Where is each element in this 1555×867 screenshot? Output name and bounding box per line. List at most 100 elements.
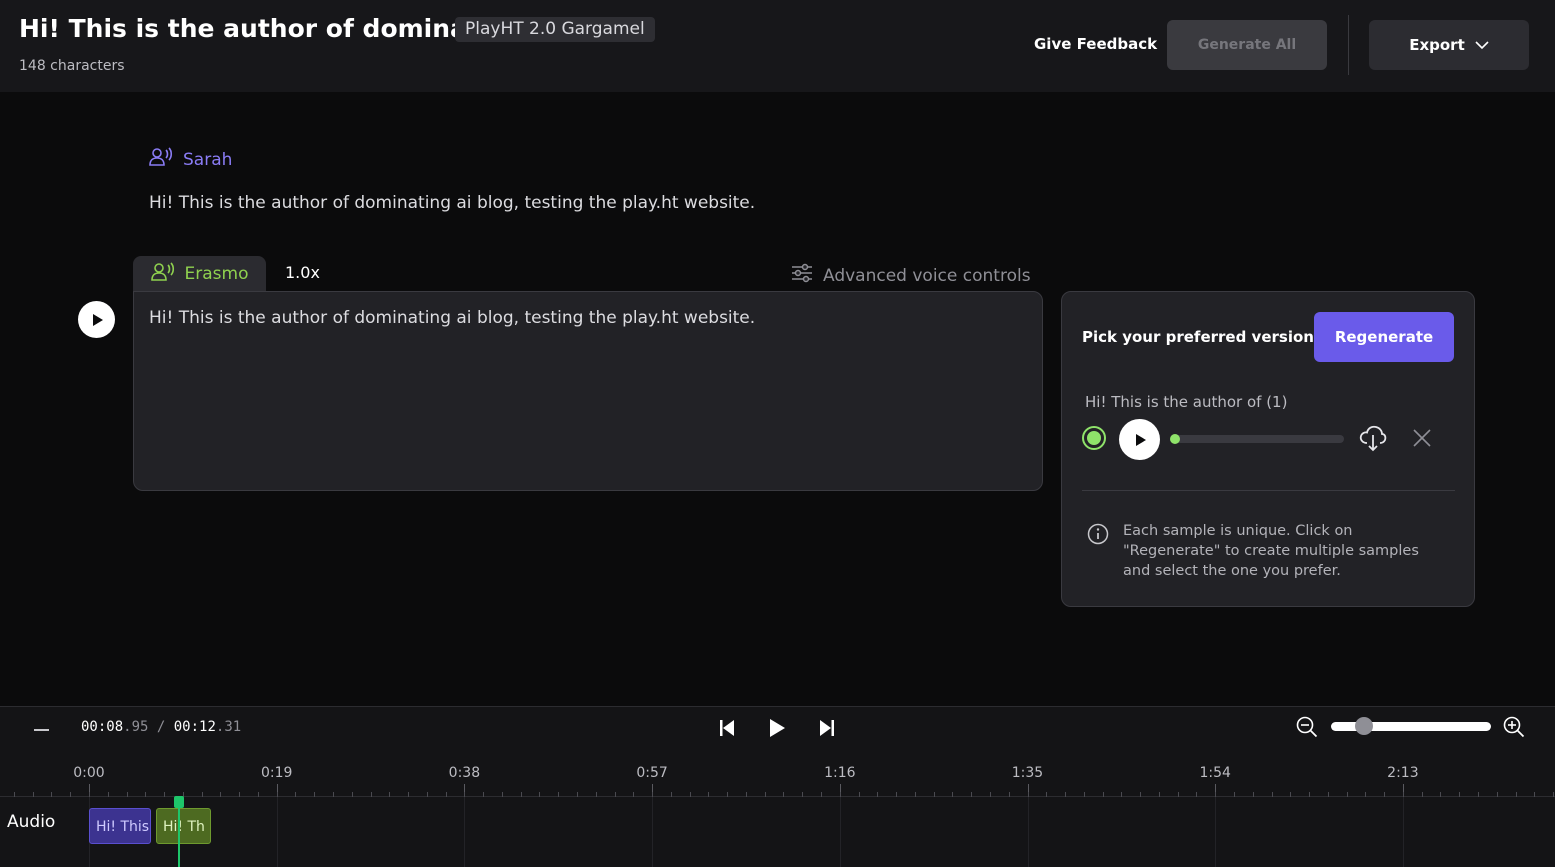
zoom-slider-knob[interactable] [1355, 717, 1374, 735]
sample-name: Hi! This is the author of (1) [1085, 393, 1288, 411]
sample-select-radio[interactable] [1082, 426, 1106, 450]
versions-panel: Pick your preferred version Regenerate H… [1061, 291, 1475, 607]
gridline [1402, 797, 1404, 867]
tick-minor [1252, 792, 1254, 797]
total-time: 00:12 [173, 719, 216, 735]
speaker-erasmo[interactable]: Erasmo [133, 256, 266, 292]
paragraph-editor[interactable]: Hi! This is the author of dominating ai … [133, 291, 1043, 491]
tick-minor [1515, 792, 1517, 797]
gridline [1027, 797, 1029, 867]
play-icon [1135, 433, 1146, 446]
gridline [1215, 797, 1217, 867]
tick-minor [370, 792, 372, 797]
tick-label: 0:19 [260, 765, 293, 781]
timeline-player: 00:08.95 / 00:12.31 0:00 0:19 0:38 0:57 1:16… [0, 706, 1555, 867]
tick-minor [1271, 792, 1273, 797]
tick-minor [708, 792, 710, 797]
sample-progress-slider[interactable] [1170, 434, 1344, 444]
advanced-voice-controls-label: Advanced voice controls [823, 265, 1031, 286]
panel-divider [1082, 490, 1455, 491]
tick-minor [426, 792, 428, 797]
tick-minor [1196, 792, 1198, 797]
tick-minor [408, 792, 410, 797]
tick-label: 1:16 [824, 765, 856, 781]
tick-minor [558, 792, 560, 797]
tick-minor [333, 792, 334, 797]
tick-minor [1158, 792, 1160, 797]
tick-minor [32, 792, 34, 797]
collapse-icon[interactable] [34, 729, 49, 731]
tick-minor [1008, 792, 1010, 797]
tick-minor [577, 792, 579, 797]
pick-version-label: Pick your preferred version [1082, 328, 1314, 346]
sample-progress-knob[interactable] [1170, 434, 1180, 444]
speaker-sarah[interactable]: Sarah [149, 147, 232, 172]
play-button[interactable] [762, 715, 792, 741]
generate-all-button[interactable]: Generate All [1167, 20, 1327, 70]
tick-minor [1496, 792, 1498, 797]
chevron-down-icon [1475, 36, 1489, 54]
tick-minor [1309, 792, 1311, 797]
tick-minor [858, 792, 860, 797]
timeline-ruler[interactable]: 0:00 0:19 0:38 0:57 1:16 1:35 1:54 2:13 [0, 757, 1555, 797]
speed-selector[interactable]: 1.0x [285, 263, 320, 282]
tick-minor [1140, 792, 1142, 797]
tick-minor [1365, 792, 1367, 797]
tick-label: 1:54 [1199, 765, 1231, 781]
sample-play-button[interactable] [1119, 419, 1160, 460]
tick-minor [1083, 792, 1085, 797]
tick-minor [13, 792, 15, 797]
tick-minor [126, 792, 128, 797]
tick-minor [802, 792, 804, 797]
tick-minor [107, 792, 109, 797]
tick-label: 1:35 [1011, 765, 1044, 781]
tick-minor [239, 792, 241, 797]
download-icon[interactable] [1359, 423, 1387, 457]
header-divider [1348, 15, 1349, 75]
sliders-icon [791, 263, 813, 288]
tick-minor [670, 792, 672, 797]
tick-minor [501, 792, 503, 797]
audio-clip-sarah[interactable]: Hi! This [89, 808, 151, 844]
tick-minor [257, 792, 259, 797]
skip-back-icon [720, 720, 734, 736]
tick-minor [727, 792, 729, 797]
tick-minor [745, 792, 747, 797]
skip-back-button[interactable] [712, 715, 742, 741]
close-icon[interactable] [1412, 428, 1432, 452]
top-bar: Hi! This is the author of dominati... Pl… [0, 0, 1555, 92]
voice-speaker-icon [149, 147, 175, 172]
document-title[interactable]: Hi! This is the author of dominati... [19, 14, 516, 43]
tick-minor [1065, 792, 1067, 797]
play-icon [92, 313, 103, 326]
give-feedback-button[interactable]: Give Feedback [1034, 35, 1157, 53]
playhead-handle[interactable] [174, 796, 184, 808]
export-label: Export [1409, 36, 1465, 54]
zoom-out-icon[interactable] [1296, 716, 1318, 742]
tick-minor [1327, 792, 1329, 797]
time-separator: / [148, 719, 174, 735]
tick-minor [1102, 792, 1104, 797]
model-badge[interactable]: PlayHT 2.0 Gargamel [455, 17, 655, 42]
tick-minor [971, 792, 973, 797]
skip-forward-button[interactable] [812, 715, 842, 741]
tick-minor [539, 792, 541, 797]
current-time-ms: .95 [123, 719, 149, 735]
audio-clip-erasmo[interactable]: Hi! Th [156, 808, 211, 844]
tick-minor [952, 792, 954, 797]
zoom-in-icon[interactable] [1503, 716, 1525, 742]
paragraph-text[interactable]: Hi! This is the author of dominating ai … [149, 193, 755, 213]
play-paragraph-button[interactable] [78, 301, 115, 338]
advanced-voice-controls[interactable]: Advanced voice controls [791, 263, 1031, 288]
time-readout: 00:08.95 / 00:12.31 [81, 719, 241, 735]
zoom-slider[interactable] [1331, 717, 1491, 735]
tick-minor [483, 792, 485, 797]
ruler-baseline [0, 796, 1555, 797]
total-time-ms: .31 [215, 719, 242, 735]
export-button[interactable]: Export [1369, 20, 1529, 70]
tick-minor [520, 792, 522, 797]
regenerate-button[interactable]: Regenerate [1314, 312, 1454, 362]
gridline [652, 797, 654, 867]
tick-minor [201, 792, 203, 797]
speaker-name: Sarah [183, 149, 233, 170]
